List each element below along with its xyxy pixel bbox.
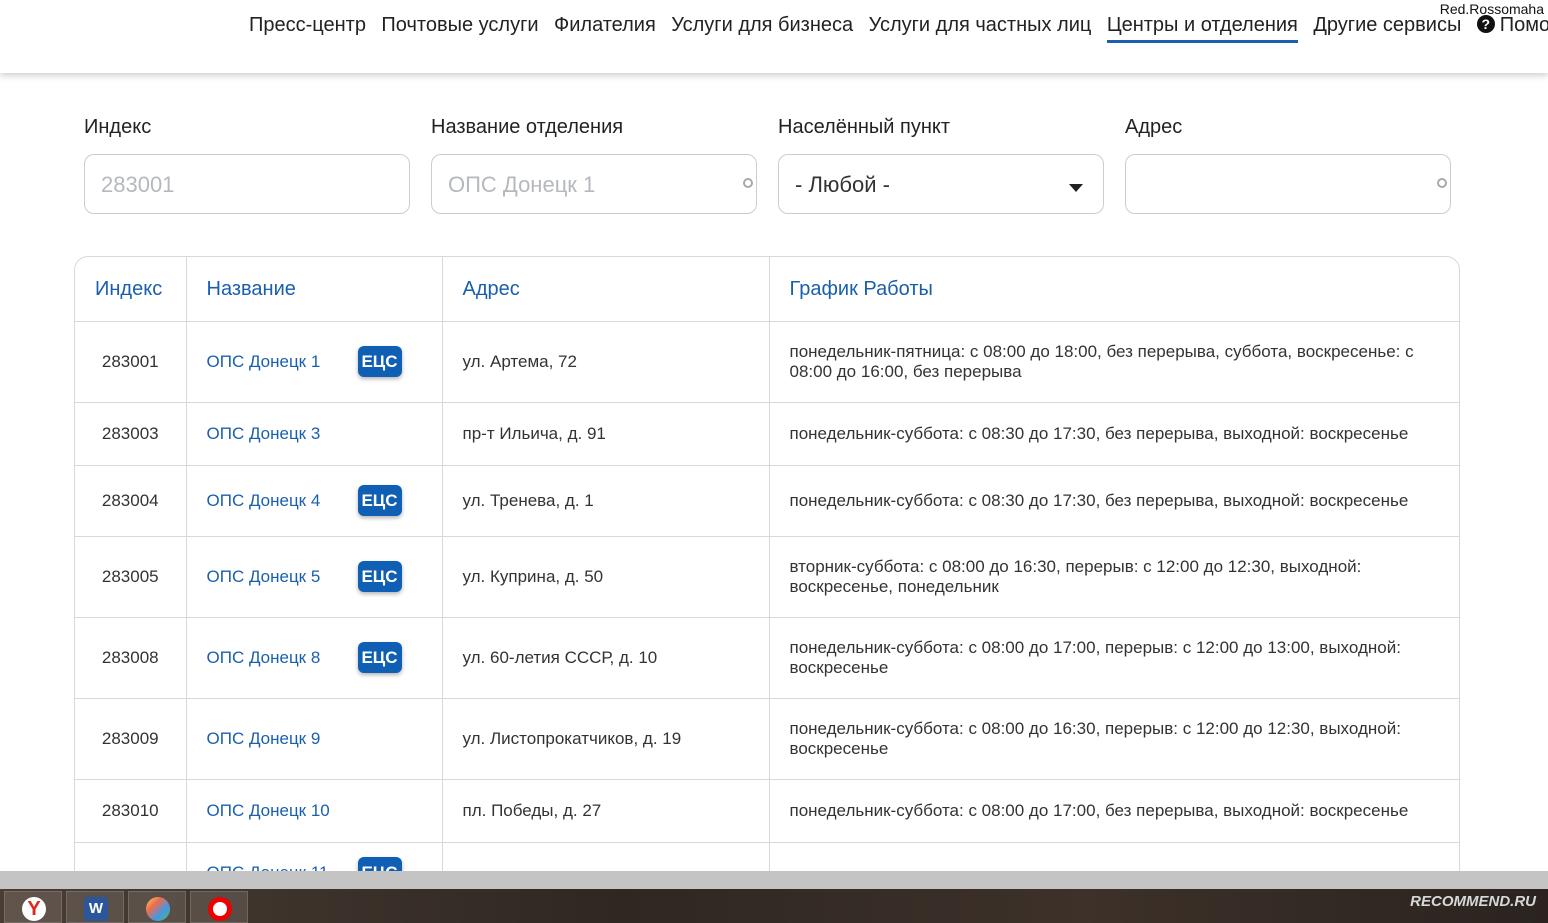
taskbar-button-word[interactable]: W <box>66 891 124 923</box>
taskbar-button-yandex[interactable]: Y <box>4 891 62 923</box>
cell-index: 283010 <box>75 779 187 843</box>
table-row: 283001 ОПС Донецк 1 ЕЦС ул. Артема, 72 понед… <box>75 321 1459 403</box>
taskbar-button-paint[interactable] <box>128 891 186 923</box>
branch-name-input-placeholder: ОПС Донецк 1 <box>448 172 596 197</box>
cell-name: ОПС Донецк 1 ЕЦС <box>186 321 443 403</box>
cell-address: ул. 60-летия СССР, д. 10 <box>442 617 770 699</box>
table-header-row: Индекс Название Адрес График Работы <box>75 257 1459 322</box>
cell-address: пр-т Ильича, д. 91 <box>442 402 770 466</box>
cell-address: пл. Победы, д. 27 <box>442 779 770 843</box>
nav-item-philately[interactable]: Филателия <box>554 14 656 40</box>
filter-branch-name-label: Название отделения <box>431 116 624 138</box>
cell-name: ОПС Донецк 4 ЕЦС <box>186 465 443 537</box>
column-header-address[interactable]: Адрес <box>442 257 770 322</box>
branch-link[interactable]: ОПС Донецк 9 <box>207 729 321 749</box>
filter-locality: Населённый пункт - Любой - <box>778 116 1104 214</box>
filter-index-label: Индекс <box>84 116 152 138</box>
paint-icon <box>146 897 170 921</box>
cell-index: 283009 <box>75 698 187 780</box>
index-input-placeholder: 283001 <box>101 172 175 197</box>
cell-schedule: понедельник-суббота: с 08:00 до 17:00, б… <box>769 779 1459 843</box>
loading-ring-icon <box>1437 178 1447 188</box>
locality-select-value: - Любой - <box>795 172 890 197</box>
filter-address: Адрес <box>1125 116 1451 214</box>
filter-address-label: Адрес <box>1125 116 1183 138</box>
nav-item-help[interactable]: ? Помо <box>1476 14 1548 40</box>
cell-index: 283005 <box>75 536 187 618</box>
branch-link[interactable]: ОПС Донецк 8 <box>207 648 321 668</box>
filter-index: Индекс 283001 <box>84 116 410 214</box>
branch-link[interactable]: ОПС Донецк 10 <box>207 801 330 821</box>
cell-name: ОПС Донецк 10 <box>186 779 443 843</box>
index-input[interactable]: 283001 <box>84 154 410 214</box>
cell-index: 283004 <box>75 465 187 537</box>
cell-name: ОПС Донецк 8 ЕЦС <box>186 617 443 699</box>
nav-item-other-services[interactable]: Другие сервисы <box>1313 14 1461 40</box>
table-row: 283008 ОПС Донецк 8 ЕЦС ул. 60-летия СССР, … <box>75 617 1459 699</box>
cell-address: ул. Листопрокатчиков, д. 19 <box>442 698 770 780</box>
word-icon: W <box>84 897 108 921</box>
nav-item-postal-services[interactable]: Почтовые услуги <box>381 14 538 40</box>
column-header-index[interactable]: Индекс <box>75 257 187 322</box>
cell-index: 283001 <box>75 321 187 403</box>
branches-table: Индекс Название Адрес График Работы 2830… <box>74 256 1460 896</box>
nav-item-business-services[interactable]: Услуги для бизнеса <box>671 14 853 40</box>
cell-schedule: вторник-суббота: с 08:00 до 16:30, перер… <box>769 536 1459 618</box>
help-label: Помо <box>1499 14 1548 36</box>
table-row: 283009 ОПС Донецк 9 ул. Листопрокатчиков, … <box>75 698 1459 780</box>
watermark-logo: RECOMMEND.RU <box>1410 893 1536 910</box>
locality-select[interactable]: - Любой - <box>778 154 1104 214</box>
cell-address: ул. Куприна, д. 50 <box>442 536 770 618</box>
nav-item-personal-services[interactable]: Услуги для частных лиц <box>869 14 1092 40</box>
branch-link[interactable]: ОПС Донецк 1 <box>207 352 321 372</box>
address-input[interactable] <box>1125 154 1451 214</box>
cell-schedule: понедельник-суббота: с 08:00 до 16:30, п… <box>769 698 1459 780</box>
table-row: 283005 ОПС Донецк 5 ЕЦС ул. Куприна, д. 50 в… <box>75 536 1459 618</box>
filter-locality-label: Населённый пункт <box>778 116 951 138</box>
table-row: 283010 ОПС Донецк 10 пл. Победы, д. 27 поне… <box>75 779 1459 843</box>
column-header-name[interactable]: Название <box>186 257 443 322</box>
ets-badge: ЕЦС <box>357 561 402 592</box>
taskbar: Y W <box>0 889 1548 923</box>
ets-badge: ЕЦС <box>357 346 402 377</box>
taskbar-button-opera[interactable] <box>190 891 248 923</box>
cell-schedule: понедельник-суббота: с 08:00 до 17:00, п… <box>769 617 1459 699</box>
cell-schedule: понедельник-суббота: с 08:30 до 17:30, б… <box>769 402 1459 466</box>
yandex-browser-icon: Y <box>22 897 46 921</box>
column-header-schedule[interactable]: График Работы <box>769 257 1459 322</box>
cell-index: 283008 <box>75 617 187 699</box>
cell-name: ОПС Донецк 9 <box>186 698 443 780</box>
nav-menu: Пресс-центр Почтовые услуги Филателия Ус… <box>249 14 1548 43</box>
nav-item-press-center[interactable]: Пресс-центр <box>249 14 366 40</box>
cell-address: ул. Тренева, д. 1 <box>442 465 770 537</box>
nav-item-centers-branches[interactable]: Центры и отделения <box>1106 14 1298 43</box>
cell-name: ОПС Донецк 5 ЕЦС <box>186 536 443 618</box>
cell-name: ОПС Донецк 3 <box>186 402 443 466</box>
chevron-down-icon <box>1069 184 1083 192</box>
branch-link[interactable]: ОПС Донецк 3 <box>207 424 321 444</box>
branch-link[interactable]: ОПС Донецк 4 <box>207 491 321 511</box>
table-row: 283004 ОПС Донецк 4 ЕЦС ул. Тренева, д. 1 по… <box>75 465 1459 537</box>
branch-name-input[interactable]: ОПС Донецк 1 <box>431 154 757 214</box>
cell-schedule: понедельник-пятница: с 08:00 до 18:00, б… <box>769 321 1459 403</box>
filter-branch-name: Название отделения ОПС Донецк 1 <box>431 116 757 214</box>
loading-ring-icon <box>743 178 753 188</box>
cell-address: ул. Артема, 72 <box>442 321 770 403</box>
scroll-gap <box>0 871 1548 889</box>
cell-index: 283003 <box>75 402 187 466</box>
ets-badge: ЕЦС <box>357 485 402 516</box>
top-navigation: Red.Rossomaha Пресс-центр Почтовые услуг… <box>0 0 1548 73</box>
ets-badge: ЕЦС <box>357 642 402 673</box>
cell-schedule: понедельник-суббота: с 08:30 до 17:30, б… <box>769 465 1459 537</box>
opera-icon <box>208 897 232 921</box>
branch-link[interactable]: ОПС Донецк 5 <box>207 567 321 587</box>
question-circle-icon: ? <box>1476 15 1495 33</box>
table-row: 283003 ОПС Донецк 3 пр-т Ильича, д. 91 поне… <box>75 402 1459 466</box>
